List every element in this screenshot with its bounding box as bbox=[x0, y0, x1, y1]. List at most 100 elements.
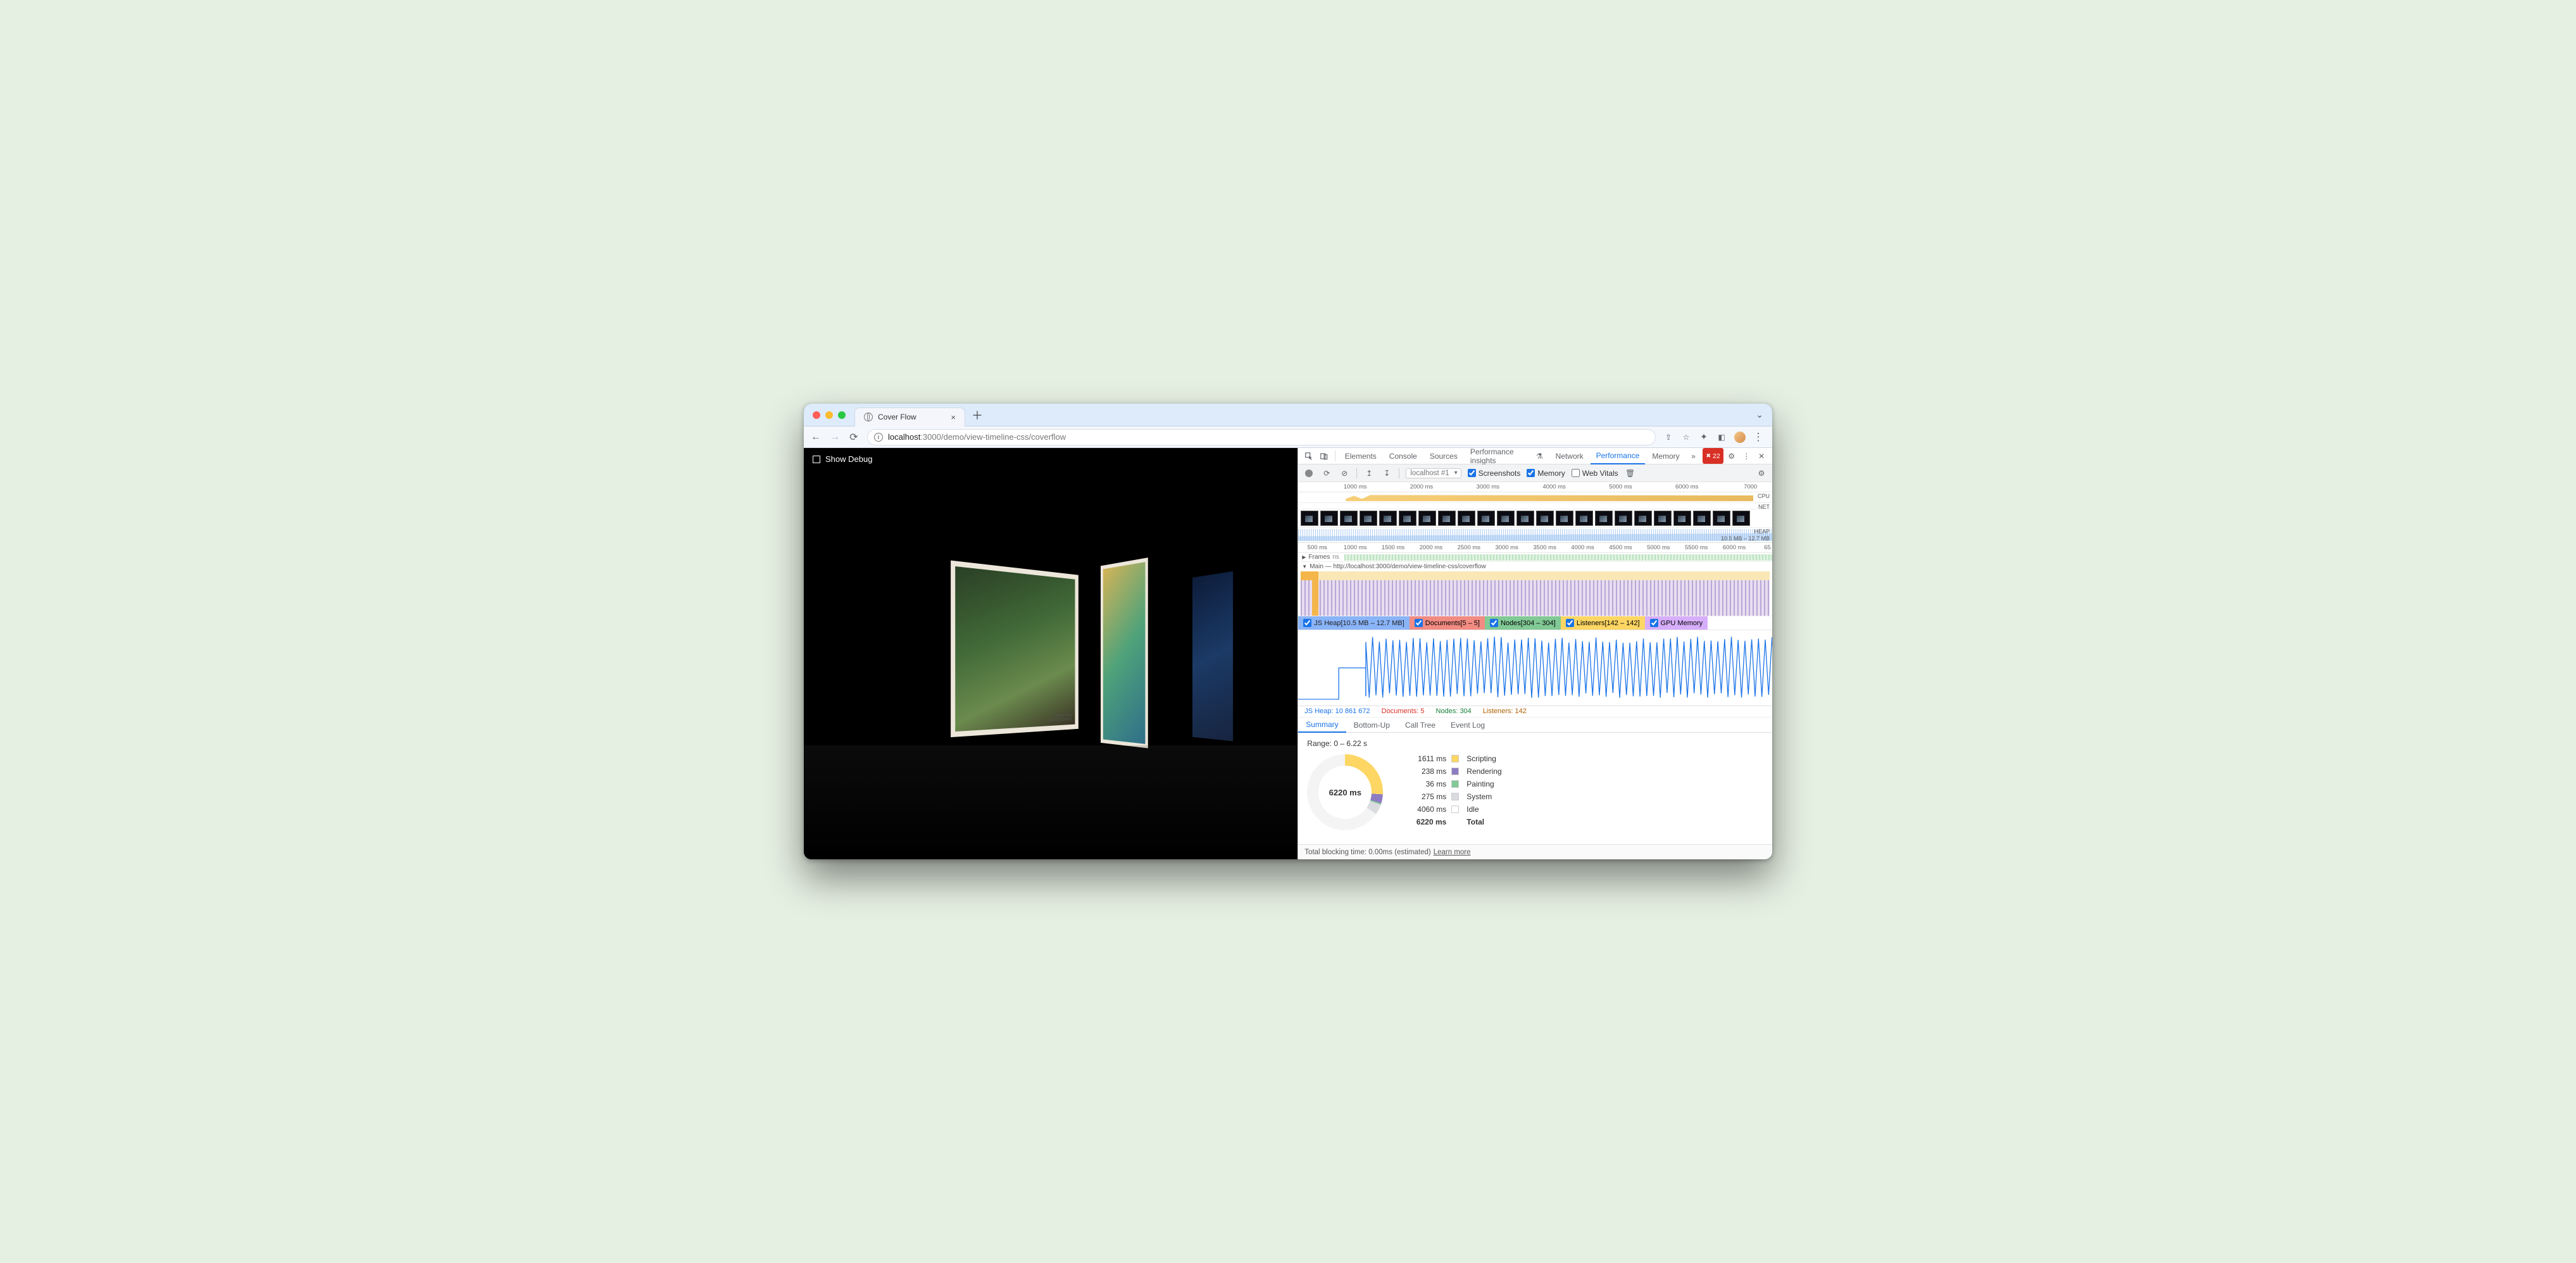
bookmark-icon[interactable]: ☆ bbox=[1681, 432, 1691, 442]
reload-record-button[interactable]: ⟳ bbox=[1321, 468, 1332, 479]
share-icon[interactable]: ⇪ bbox=[1663, 432, 1673, 442]
tab-elements[interactable]: Elements bbox=[1339, 448, 1382, 464]
frames-bars[interactable] bbox=[1344, 554, 1772, 561]
flame-chart[interactable] bbox=[1301, 571, 1770, 616]
filmstrip-frame[interactable] bbox=[1418, 511, 1436, 526]
overview-section[interactable]: 1000 ms 2000 ms 3000 ms 4000 ms 5000 ms … bbox=[1298, 482, 1772, 543]
tab-network[interactable]: Network bbox=[1550, 448, 1589, 464]
tab-close-button[interactable]: × bbox=[951, 413, 956, 422]
overview-cpu-track[interactable]: CPU bbox=[1298, 492, 1772, 502]
filmstrip-frame[interactable] bbox=[1379, 511, 1397, 526]
inspect-element-icon[interactable] bbox=[1302, 448, 1316, 464]
tab-memory[interactable]: Memory bbox=[1646, 448, 1685, 464]
legend-name: Painting bbox=[1466, 780, 1501, 788]
error-count-badge[interactable]: 22 bbox=[1703, 448, 1723, 464]
filmstrip-frame[interactable] bbox=[1438, 511, 1456, 526]
record-button[interactable] bbox=[1303, 468, 1315, 479]
filmstrip-frame[interactable] bbox=[1399, 511, 1416, 526]
device-toggle-icon[interactable] bbox=[1317, 448, 1331, 464]
garbage-collect-button[interactable]: 🗑 bbox=[1625, 468, 1636, 479]
extensions-icon[interactable]: ✦ bbox=[1699, 432, 1709, 442]
tab-event-log[interactable]: Event Log bbox=[1443, 718, 1492, 732]
tab-bottom-up[interactable]: Bottom-Up bbox=[1346, 718, 1397, 732]
filmstrip-frame[interactable] bbox=[1654, 511, 1672, 526]
screenshot-filmstrip[interactable] bbox=[1298, 509, 1772, 528]
filmstrip-frame[interactable] bbox=[1360, 511, 1377, 526]
tab-call-tree[interactable]: Call Tree bbox=[1397, 718, 1443, 732]
coverflow-stage[interactable]: Volume One DAB RECORDS bbox=[804, 486, 1297, 859]
address-input[interactable]: i localhost:3000/demo/view-timeline-css/… bbox=[867, 429, 1656, 445]
web-vitals-checkbox[interactable]: Web Vitals bbox=[1572, 469, 1618, 478]
chrome-menu-button[interactable]: ⋮ bbox=[1753, 432, 1763, 442]
filmstrip-frame[interactable] bbox=[1556, 511, 1573, 526]
frames-track[interactable]: ▶ Framesns bbox=[1298, 553, 1772, 562]
filmstrip-frame[interactable] bbox=[1516, 511, 1534, 526]
devtools-close-icon[interactable]: ✕ bbox=[1754, 448, 1768, 464]
filmstrip-frame[interactable] bbox=[1497, 511, 1515, 526]
overview-net-track[interactable]: NET bbox=[1298, 502, 1772, 509]
filmstrip-frame[interactable] bbox=[1615, 511, 1632, 526]
learn-more-link[interactable]: Learn more bbox=[1434, 849, 1471, 856]
clear-button[interactable]: ⊘ bbox=[1339, 468, 1350, 479]
filmstrip-frame[interactable] bbox=[1320, 511, 1338, 526]
filmstrip-frame[interactable] bbox=[1713, 511, 1730, 526]
main-thread-track[interactable]: ▼Main — http://localhost:3000/demo/view-… bbox=[1298, 562, 1772, 616]
filmstrip-frame[interactable] bbox=[1536, 511, 1554, 526]
detail-ruler[interactable]: 500 ms 1000 ms 1500 ms 2000 ms 2500 ms 3… bbox=[1298, 543, 1772, 553]
nav-back-button[interactable]: ← bbox=[810, 432, 822, 443]
counter-nodes[interactable]: Nodes[304 – 304] bbox=[1485, 616, 1561, 630]
summary-donut-chart[interactable]: 6220 ms bbox=[1307, 754, 1383, 830]
overview-ruler[interactable]: 1000 ms 2000 ms 3000 ms 4000 ms 5000 ms … bbox=[1298, 482, 1772, 492]
filmstrip-frame[interactable] bbox=[1575, 511, 1593, 526]
coverflow-item[interactable] bbox=[1192, 571, 1233, 742]
stat-docs: Documents: 5 bbox=[1382, 707, 1425, 716]
filmstrip-frame[interactable] bbox=[1458, 511, 1475, 526]
profile-avatar[interactable] bbox=[1734, 432, 1746, 443]
session-select[interactable]: localhost #1 bbox=[1406, 468, 1461, 478]
save-profile-button[interactable]: ↧ bbox=[1381, 468, 1392, 479]
tab-console[interactable]: Console bbox=[1384, 448, 1423, 464]
counter-documents[interactable]: Documents[5 – 5] bbox=[1410, 616, 1485, 630]
overview-heap-track[interactable]: HEAP 10.5 MB – 12.7 MB bbox=[1298, 528, 1772, 543]
window-maximize-button[interactable] bbox=[838, 411, 846, 419]
coverflow-item[interactable]: Volume One DAB RECORDS bbox=[951, 561, 1079, 737]
expand-icon[interactable]: ▶ bbox=[1302, 554, 1306, 560]
capture-settings-icon[interactable]: ⚙ bbox=[1756, 468, 1767, 479]
tab-performance[interactable]: Performance bbox=[1591, 448, 1646, 464]
tab-summary[interactable]: Summary bbox=[1298, 718, 1346, 733]
browser-tab[interactable]: Cover Flow × bbox=[854, 408, 965, 426]
counter-gpu[interactable]: GPU Memory bbox=[1645, 616, 1708, 630]
load-profile-button[interactable]: ↥ bbox=[1363, 468, 1375, 479]
filmstrip-frame[interactable] bbox=[1301, 511, 1318, 526]
filmstrip-frame[interactable] bbox=[1595, 511, 1613, 526]
legend-swatch bbox=[1451, 768, 1459, 775]
counter-jsheap[interactable]: JS Heap[10.5 MB – 12.7 MB] bbox=[1298, 616, 1409, 630]
show-debug-option[interactable]: Show Debug bbox=[804, 448, 1297, 470]
filmstrip-frame[interactable] bbox=[1732, 511, 1750, 526]
filmstrip-frame[interactable] bbox=[1340, 511, 1358, 526]
filmstrip-frame[interactable] bbox=[1477, 511, 1495, 526]
filmstrip-frame[interactable] bbox=[1673, 511, 1691, 526]
tab-sources[interactable]: Sources bbox=[1424, 448, 1463, 464]
filmstrip-frame[interactable] bbox=[1693, 511, 1711, 526]
screenshots-checkbox[interactable]: Screenshots bbox=[1468, 469, 1521, 478]
filmstrip-frame[interactable] bbox=[1634, 511, 1652, 526]
collapse-icon[interactable]: ▼ bbox=[1302, 564, 1307, 569]
tabs-more-icon[interactable]: » bbox=[1687, 448, 1701, 464]
tabs-overflow-button[interactable]: ⌄ bbox=[1756, 409, 1763, 420]
new-tab-button[interactable]: ＋ bbox=[972, 407, 983, 423]
side-panel-icon[interactable]: ◧ bbox=[1716, 432, 1727, 442]
heap-graph[interactable] bbox=[1298, 630, 1772, 706]
window-close-button[interactable] bbox=[813, 411, 820, 419]
nav-reload-button[interactable]: ⟳ bbox=[848, 431, 860, 444]
devtools-settings-icon[interactable]: ⚙ bbox=[1725, 448, 1739, 464]
site-info-icon[interactable]: i bbox=[874, 433, 883, 442]
show-debug-checkbox[interactable] bbox=[813, 456, 820, 463]
nav-forward-button[interactable]: → bbox=[829, 432, 841, 443]
tab-performance-insights[interactable]: Performance insights ⚗ bbox=[1465, 448, 1549, 464]
counter-listeners[interactable]: Listeners[142 – 142] bbox=[1561, 616, 1645, 630]
memory-checkbox[interactable]: Memory bbox=[1527, 469, 1565, 478]
devtools-menu-icon[interactable]: ⋮ bbox=[1739, 448, 1753, 464]
coverflow-item[interactable] bbox=[1101, 557, 1148, 748]
window-minimize-button[interactable] bbox=[825, 411, 833, 419]
